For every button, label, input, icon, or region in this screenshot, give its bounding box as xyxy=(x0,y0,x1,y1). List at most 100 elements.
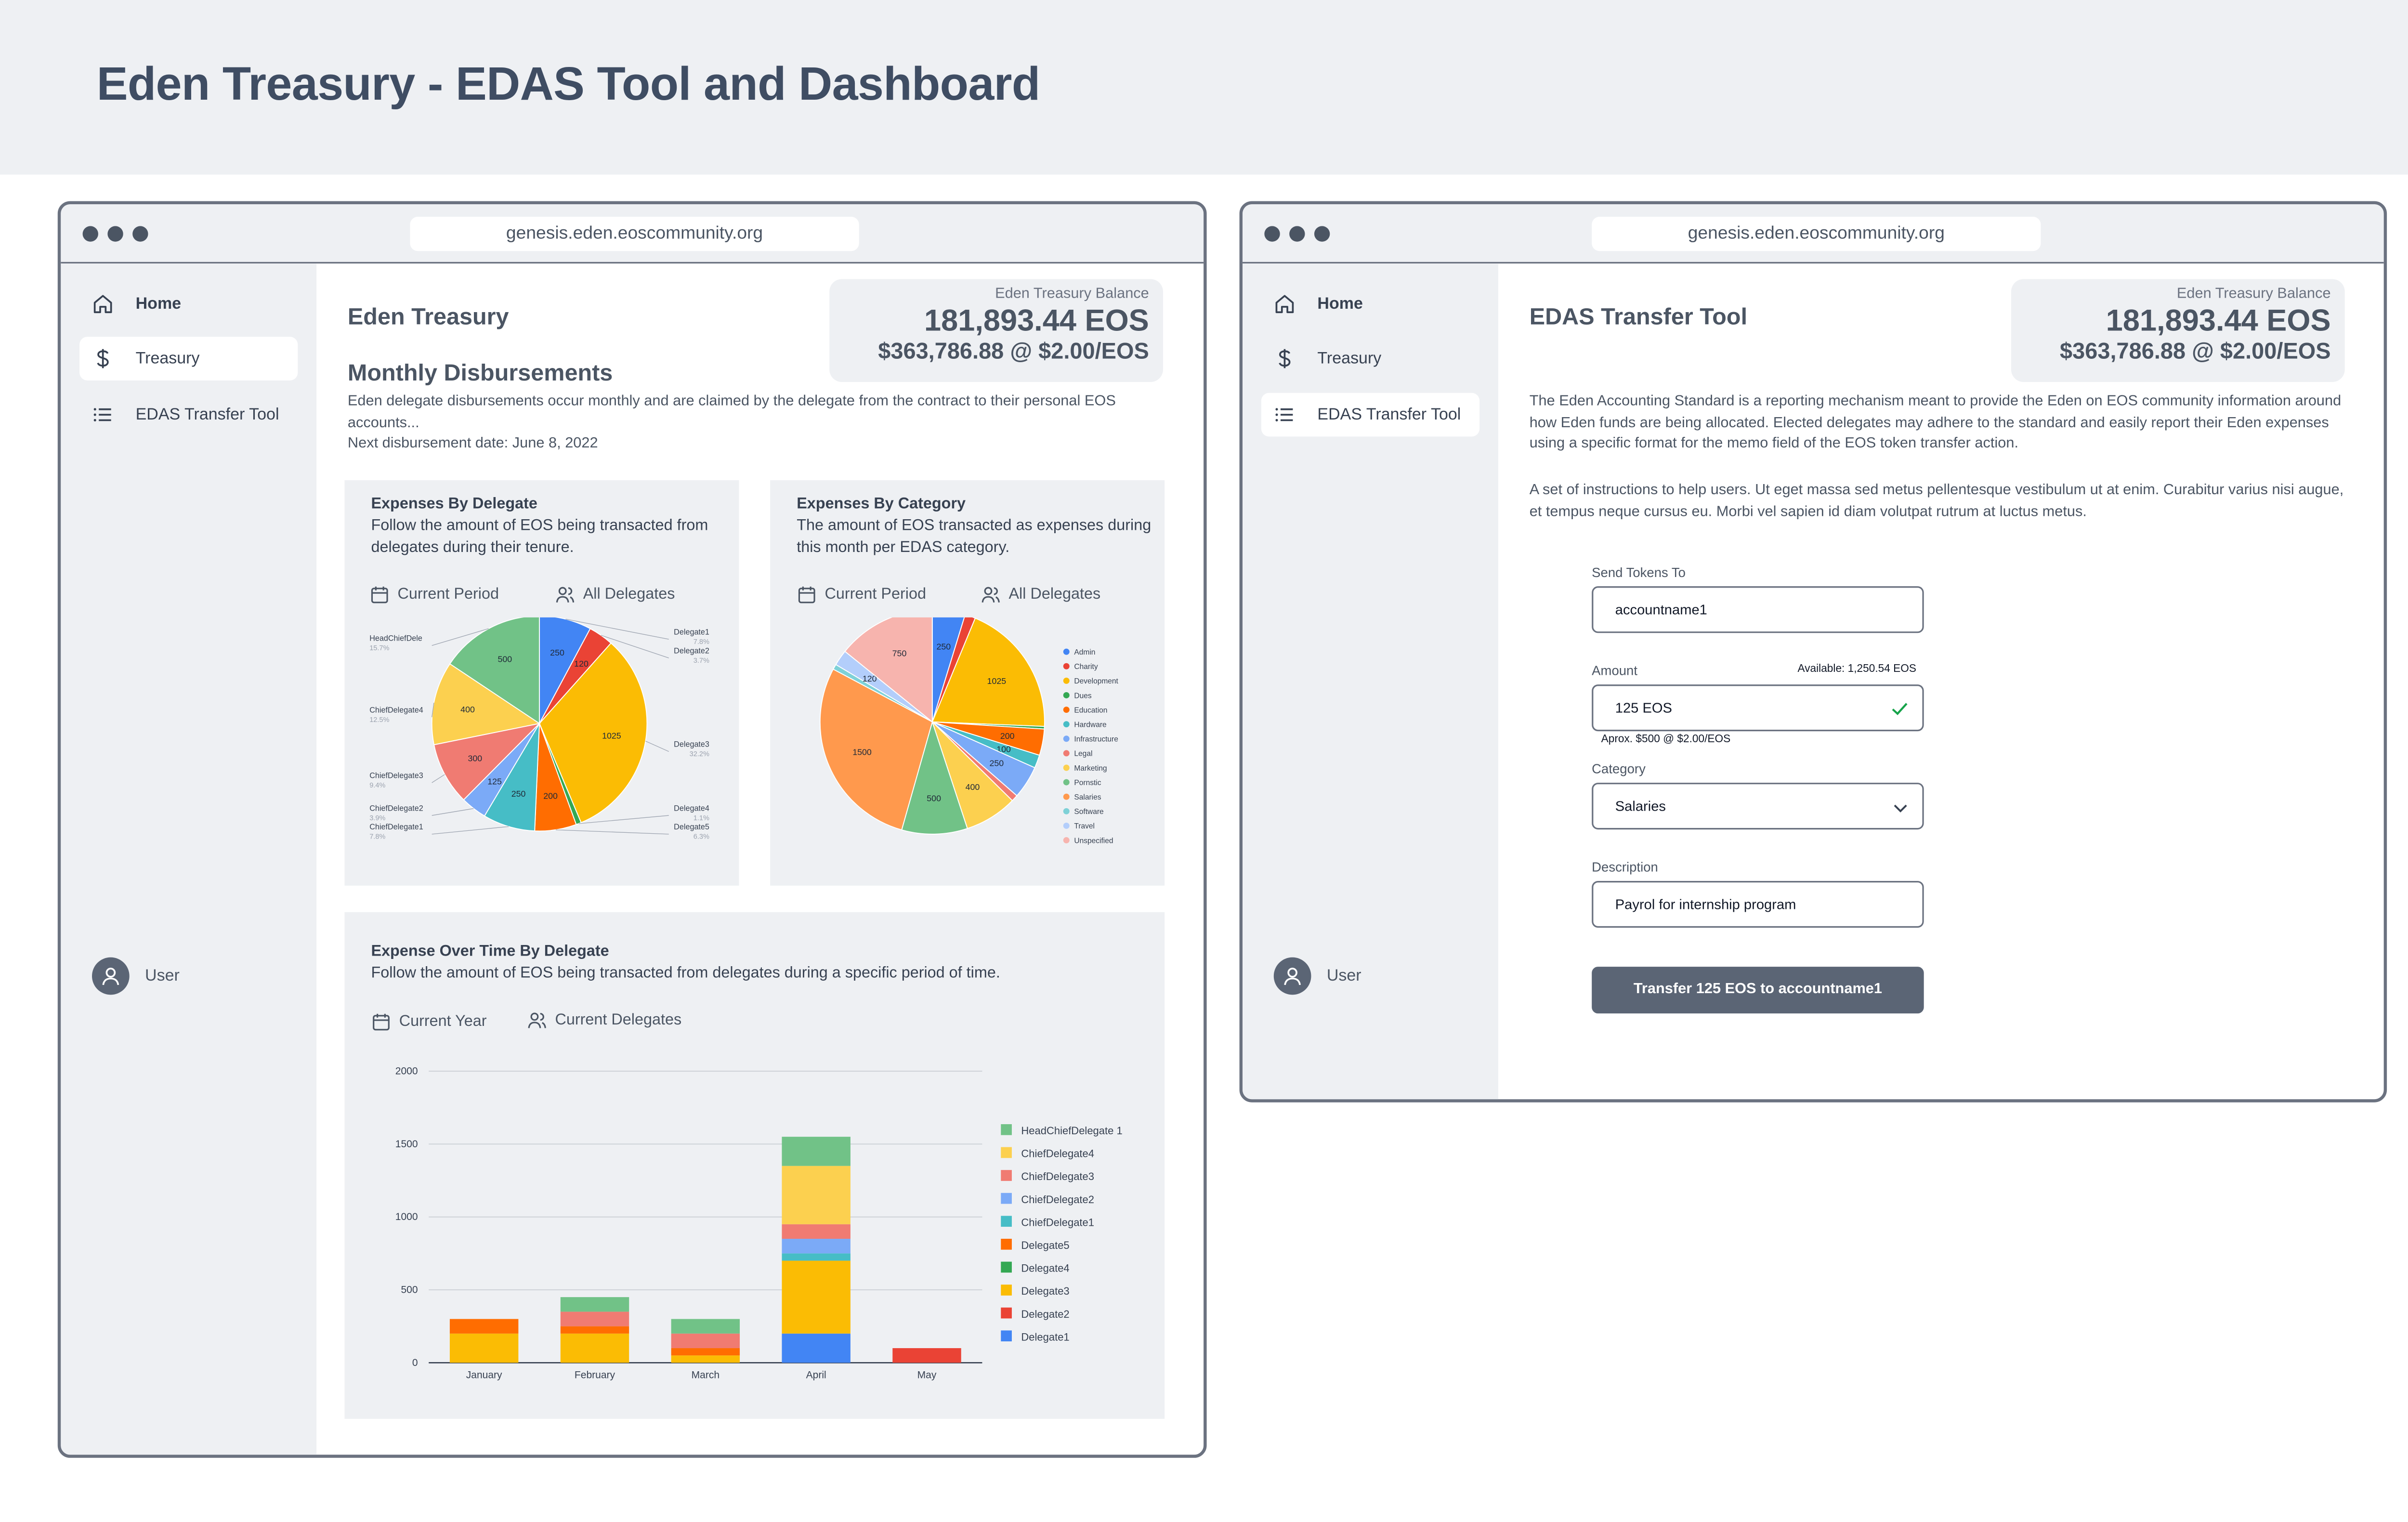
callout-label: ChiefDelegate3 xyxy=(369,771,423,780)
user-menu[interactable]: User xyxy=(92,957,180,995)
legend-label: ChiefDelegate4 xyxy=(1021,1148,1094,1160)
users-icon xyxy=(528,1012,546,1028)
close-dot[interactable] xyxy=(1264,226,1280,242)
slice-value-label: 500 xyxy=(498,655,512,664)
amount-input[interactable]: 125 EOS xyxy=(1592,684,1924,732)
delegates-filter[interactable]: Current Delegates xyxy=(527,1010,681,1031)
url-bar[interactable]: genesis.eden.eoscommunity.org xyxy=(1592,216,2041,251)
browser-titlebar: genesis.eden.eoscommunity.org xyxy=(61,204,1204,264)
balance-card: Eden Treasury Balance 181,893.44 EOS $36… xyxy=(829,279,1163,382)
bar-segment[interactable] xyxy=(560,1333,629,1363)
callout-percent: 9.4% xyxy=(369,782,385,789)
bar-segment[interactable] xyxy=(782,1253,851,1261)
sidebar-item-treasury[interactable]: Treasury xyxy=(79,337,298,380)
bar-segment[interactable] xyxy=(449,1333,519,1363)
maximize-dot[interactable] xyxy=(132,226,148,242)
y-tick-label: 1000 xyxy=(395,1211,418,1222)
callout-label: ChiefDelegate1 xyxy=(369,823,423,831)
legend-label: Legal xyxy=(1074,750,1092,758)
slice-value-label: 500 xyxy=(927,794,941,803)
bar-segment[interactable] xyxy=(671,1319,740,1334)
legend-label: Dues xyxy=(1074,692,1091,700)
url-bar[interactable]: genesis.eden.eoscommunity.org xyxy=(410,216,859,251)
check-icon xyxy=(1892,703,1908,715)
filter-label: Current Year xyxy=(399,1013,487,1031)
sidebar-item-home[interactable]: Home xyxy=(1261,282,1479,326)
sidebar-item-edas[interactable]: EDAS Transfer Tool xyxy=(79,393,298,437)
bar-segment[interactable] xyxy=(560,1326,629,1334)
main-content: EDAS Transfer Tool Eden Treasury Balance… xyxy=(1498,263,2384,1099)
page-heading: Eden Treasury xyxy=(347,304,509,331)
maximize-dot[interactable] xyxy=(1314,226,1330,242)
bar-segment[interactable] xyxy=(671,1348,740,1356)
user-icon xyxy=(102,968,119,985)
category-select[interactable]: Salaries xyxy=(1592,783,1924,830)
bar-segment[interactable] xyxy=(560,1297,629,1312)
period-filter[interactable]: Current Year xyxy=(371,1012,487,1032)
list-icon xyxy=(1275,408,1293,421)
legend-label: Hardware xyxy=(1074,721,1106,729)
calendar-icon xyxy=(371,586,388,604)
close-dot[interactable] xyxy=(82,226,98,242)
sidebar-item-home[interactable]: Home xyxy=(79,282,298,326)
bar-segment[interactable] xyxy=(782,1239,851,1254)
card-title: Expenses By Delegate xyxy=(371,496,537,513)
browser-titlebar: genesis.eden.eoscommunity.org xyxy=(1243,204,2384,264)
legend-swatch xyxy=(1063,764,1070,771)
description-label: Description xyxy=(1592,859,1658,875)
main-content: Eden Treasury Monthly Disbursements Eden… xyxy=(316,263,1204,1455)
page-title: Eden Treasury - EDAS Tool and Dashboard xyxy=(96,59,1040,111)
bar-segment[interactable] xyxy=(671,1355,740,1363)
minimize-dot[interactable] xyxy=(107,226,123,242)
bar-segment[interactable] xyxy=(671,1333,740,1349)
bar-segment[interactable] xyxy=(782,1260,851,1334)
legend-swatch xyxy=(1063,721,1070,728)
card-title: Expenses By Category xyxy=(797,496,966,513)
legend-label: Delegate2 xyxy=(1021,1308,1069,1320)
description-input[interactable]: Payrol for internship program xyxy=(1592,881,1924,928)
sidebar-item-edas[interactable]: EDAS Transfer Tool xyxy=(1261,393,1480,437)
instructions-text: A set of instructions to help users. Ut … xyxy=(1529,482,2344,520)
period-filter[interactable]: Current Period xyxy=(797,585,926,605)
card-title: Expense Over Time By Delegate xyxy=(371,943,609,961)
user-menu[interactable]: User xyxy=(1273,957,1361,995)
callout-label: ChiefDelegate4 xyxy=(369,706,423,714)
delegates-filter[interactable]: All Delegates xyxy=(981,585,1100,605)
expenses-by-category-card: Expenses By Category The amount of EOS t… xyxy=(770,480,1165,886)
bar-segment[interactable] xyxy=(892,1348,961,1363)
legend-swatch xyxy=(1001,1238,1012,1250)
edas-description: The Eden Accounting Standard is a report… xyxy=(1529,393,2342,452)
slice-value-label: 400 xyxy=(460,705,475,714)
period-filter[interactable]: Current Period xyxy=(369,585,499,605)
transfer-window: genesis.eden.eoscommunity.org Home Treas… xyxy=(1239,201,2387,1102)
legend-label: ChiefDelegate1 xyxy=(1021,1216,1094,1228)
bar-segment[interactable] xyxy=(782,1333,851,1363)
legend-swatch xyxy=(1063,808,1070,814)
bar-segment[interactable] xyxy=(782,1224,851,1239)
minimize-dot[interactable] xyxy=(1289,226,1305,242)
list-icon xyxy=(93,408,111,421)
bar-segment[interactable] xyxy=(449,1319,519,1334)
sidebar-item-treasury[interactable]: Treasury xyxy=(1261,337,1479,380)
avatar xyxy=(1273,957,1311,995)
sidebar-item-label: Home xyxy=(135,294,182,314)
calendar-icon xyxy=(798,586,815,604)
bar-segment[interactable] xyxy=(560,1312,629,1326)
callout-percent: 6.3% xyxy=(694,833,709,841)
send-to-input[interactable]: accountname1 xyxy=(1592,586,1924,633)
sidebar-item-label: Home xyxy=(1317,294,1363,314)
transfer-button[interactable]: Transfer 125 EOS to accountname1 xyxy=(1592,967,1924,1014)
legend-swatch xyxy=(1063,837,1070,844)
window-controls xyxy=(1264,226,1330,242)
callout-percent: 7.8% xyxy=(694,638,709,646)
amount-label: Amount xyxy=(1592,662,1638,679)
bar-segment[interactable] xyxy=(782,1137,851,1166)
bar-segment[interactable] xyxy=(782,1166,851,1224)
dollar-icon xyxy=(97,349,109,368)
legend-label: Salaries xyxy=(1074,793,1101,801)
callout-line xyxy=(432,774,445,783)
calendar-icon xyxy=(373,1013,390,1031)
delegates-filter[interactable]: All Delegates xyxy=(555,585,675,605)
legend-label: HeadChiefDelegate 1 xyxy=(1021,1125,1122,1137)
sidebar: Home Treasury EDAS Transfer Tool User xyxy=(61,263,317,1455)
